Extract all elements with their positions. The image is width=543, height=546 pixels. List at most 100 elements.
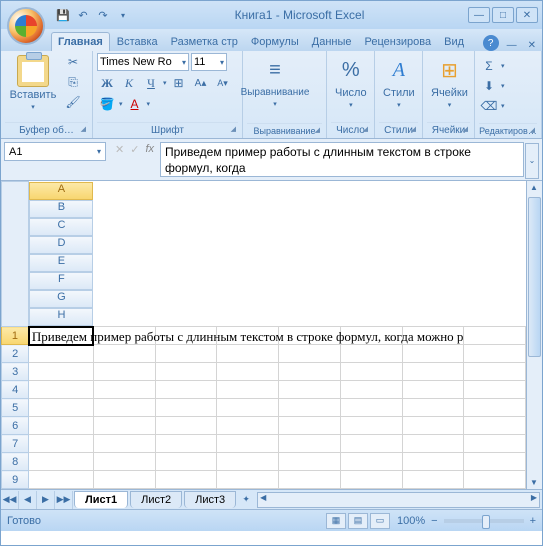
grow-font-icon[interactable]: A▴ <box>191 74 211 92</box>
zoom-level[interactable]: 100% <box>397 515 425 527</box>
cell[interactable] <box>340 471 402 489</box>
row-header[interactable]: 10 <box>2 489 29 490</box>
font-name-dropdown[interactable]: Times New Ro <box>97 53 189 71</box>
number-button[interactable]: % Число ▾ <box>331 53 371 111</box>
cell[interactable] <box>464 453 526 471</box>
cell[interactable] <box>155 363 217 381</box>
spreadsheet[interactable]: A B C D E F G H 1 Приведем пример работы… <box>1 181 526 489</box>
paste-button[interactable]: Вставить ▾ <box>5 53 61 113</box>
cell[interactable] <box>464 381 526 399</box>
cell[interactable] <box>217 363 279 381</box>
maximize-button[interactable]: □ <box>492 7 514 23</box>
sheet-tab-1[interactable]: Лист1 <box>74 491 128 508</box>
undo-icon[interactable]: ↶ <box>75 7 91 23</box>
tab-view[interactable]: Вид <box>438 33 470 51</box>
cell[interactable] <box>29 381 94 399</box>
cell[interactable] <box>340 381 402 399</box>
cell[interactable] <box>217 435 279 453</box>
redo-icon[interactable]: ↷ <box>95 7 111 23</box>
col-header[interactable]: F <box>29 272 93 290</box>
normal-view-icon[interactable]: ▦ <box>326 513 346 529</box>
doc-close-icon[interactable]: ✕ <box>522 40 542 51</box>
cell[interactable] <box>464 471 526 489</box>
row-header[interactable]: 9 <box>2 471 29 489</box>
cell[interactable] <box>29 417 94 435</box>
cell[interactable] <box>93 471 155 489</box>
page-layout-view-icon[interactable]: ▤ <box>348 513 368 529</box>
row-header[interactable]: 5 <box>2 399 29 417</box>
prev-sheet-icon[interactable]: ◀ <box>19 491 37 509</box>
cell[interactable] <box>464 345 526 363</box>
cell[interactable] <box>279 435 341 453</box>
tab-layout[interactable]: Разметка стр <box>165 33 244 51</box>
tab-insert[interactable]: Вставка <box>111 33 164 51</box>
cell[interactable] <box>93 489 155 490</box>
col-header[interactable]: G <box>29 290 93 308</box>
cell[interactable] <box>402 399 464 417</box>
cell[interactable] <box>29 363 94 381</box>
cell[interactable] <box>217 453 279 471</box>
col-header[interactable]: A <box>29 182 93 200</box>
cell[interactable] <box>93 381 155 399</box>
tab-review[interactable]: Рецензирова <box>359 33 438 51</box>
vertical-scrollbar[interactable] <box>526 181 542 489</box>
cell[interactable] <box>279 489 341 490</box>
cell[interactable] <box>402 453 464 471</box>
cell[interactable] <box>464 363 526 381</box>
cell[interactable] <box>279 381 341 399</box>
row-header[interactable]: 2 <box>2 345 29 363</box>
cell[interactable] <box>155 489 217 490</box>
shrink-font-icon[interactable]: A▾ <box>213 74 233 92</box>
cell[interactable] <box>402 345 464 363</box>
zoom-in-icon[interactable]: + <box>530 515 536 527</box>
format-painter-icon[interactable]: 🖌 <box>63 93 83 111</box>
cell[interactable] <box>464 417 526 435</box>
cell[interactable] <box>279 399 341 417</box>
cell[interactable] <box>340 453 402 471</box>
page-break-view-icon[interactable]: ▭ <box>370 513 390 529</box>
cell[interactable] <box>29 489 94 490</box>
cell[interactable] <box>340 489 402 490</box>
cell[interactable] <box>29 453 94 471</box>
col-header[interactable]: E <box>29 254 93 272</box>
fill-color-icon[interactable]: 🪣 <box>97 95 117 113</box>
cell[interactable] <box>155 453 217 471</box>
cell[interactable] <box>93 363 155 381</box>
cell[interactable] <box>29 435 94 453</box>
cell[interactable] <box>402 417 464 435</box>
col-header[interactable]: H <box>29 308 93 326</box>
cell[interactable] <box>402 471 464 489</box>
cell[interactable] <box>464 399 526 417</box>
italic-icon[interactable]: К <box>119 74 139 92</box>
clear-icon[interactable]: ⌫ <box>479 97 499 115</box>
cell[interactable] <box>217 417 279 435</box>
row-header[interactable]: 1 <box>2 327 29 345</box>
cell[interactable] <box>155 417 217 435</box>
cell[interactable] <box>217 471 279 489</box>
cell[interactable] <box>217 345 279 363</box>
cell[interactable] <box>402 381 464 399</box>
cell[interactable] <box>93 453 155 471</box>
font-color-icon[interactable]: A <box>125 95 145 113</box>
row-header[interactable]: 6 <box>2 417 29 435</box>
col-header[interactable]: B <box>29 200 93 218</box>
autosum-icon[interactable]: Σ <box>479 57 499 75</box>
office-button[interactable] <box>7 7 45 45</box>
row-header[interactable]: 7 <box>2 435 29 453</box>
sheet-tab-3[interactable]: Лист3 <box>184 491 236 508</box>
tab-home[interactable]: Главная <box>51 32 110 51</box>
cell[interactable] <box>155 471 217 489</box>
styles-button[interactable]: A Стили ▾ <box>379 53 419 111</box>
alignment-button[interactable]: ≡ Выравнивание ▾ <box>247 53 303 110</box>
cell[interactable] <box>402 435 464 453</box>
cell[interactable] <box>29 471 94 489</box>
cancel-icon[interactable]: ✕ <box>115 143 124 156</box>
cell[interactable] <box>155 435 217 453</box>
cell[interactable] <box>402 363 464 381</box>
cell[interactable] <box>340 345 402 363</box>
row-header[interactable]: 8 <box>2 453 29 471</box>
cell[interactable] <box>402 489 464 490</box>
next-sheet-icon[interactable]: ▶ <box>37 491 55 509</box>
cell[interactable] <box>93 399 155 417</box>
copy-icon[interactable]: ⎘ <box>63 73 83 91</box>
